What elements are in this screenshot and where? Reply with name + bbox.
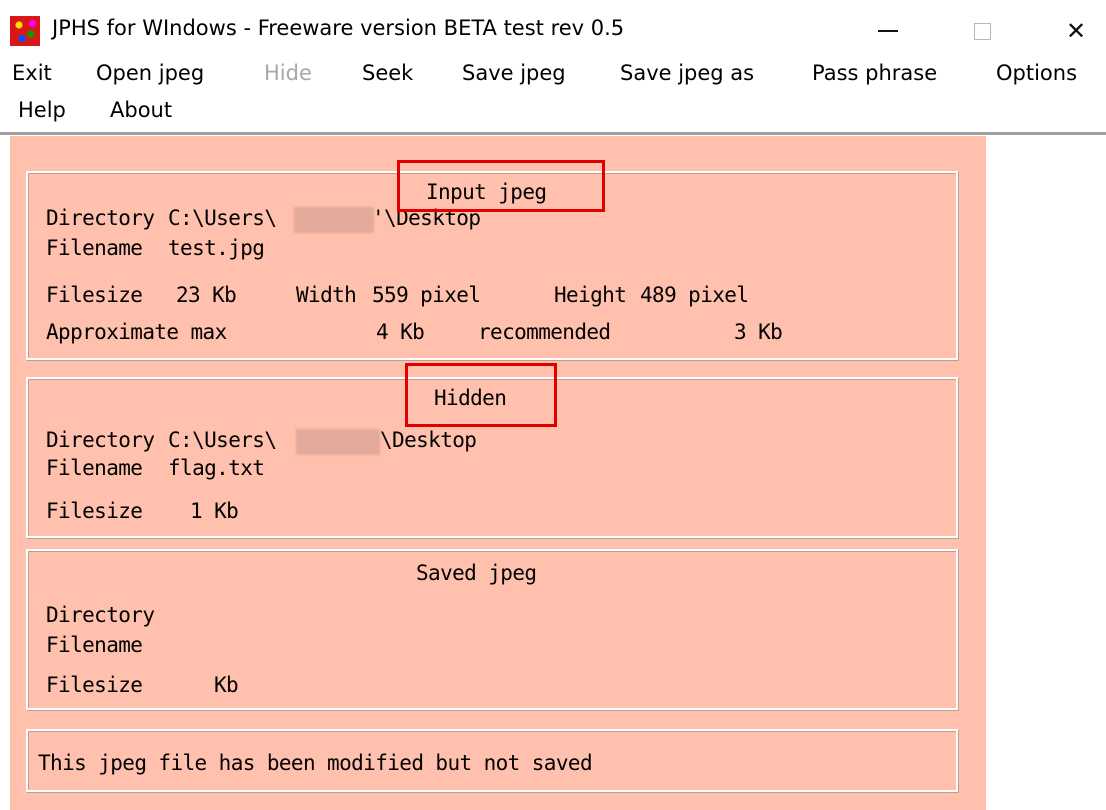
menu-seek[interactable]: Seek: [362, 61, 413, 85]
menu-exit[interactable]: Exit: [12, 61, 52, 85]
maximize-button[interactable]: [952, 8, 1012, 54]
menu-about[interactable]: About: [110, 98, 172, 122]
approx-max-value: 4 Kb: [376, 320, 425, 344]
menu-hide[interactable]: Hide: [264, 61, 312, 85]
hidden-directory-prefix: C:\Users\: [168, 428, 277, 452]
annotation-box-input-jpeg: [397, 160, 605, 212]
menu-help[interactable]: Help: [18, 98, 66, 122]
title-bar[interactable]: JPHS for WIndows - Freeware version BETA…: [0, 0, 1106, 60]
saved-filesize-value: Kb: [214, 673, 239, 697]
hidden-directory-suffix: \Desktop: [380, 428, 477, 452]
input-height-label: Height: [554, 283, 627, 307]
annotation-box-hidden: [405, 363, 557, 427]
menu-pass-phrase[interactable]: Pass phrase: [812, 61, 937, 85]
menu-bar: Exit Open jpeg Hide Seek Save jpeg Save …: [0, 58, 1106, 134]
redacted-username: [296, 429, 380, 455]
close-icon: ✕: [1065, 17, 1087, 45]
input-filesize-value: 23 Kb: [176, 283, 237, 307]
input-filename-label: Filename: [46, 236, 143, 260]
menu-save-jpeg-as[interactable]: Save jpeg as: [620, 61, 754, 85]
saved-jpeg-heading: Saved jpeg: [416, 561, 537, 585]
approx-max-label: Approximate max: [46, 320, 227, 344]
close-button[interactable]: ✕: [1046, 8, 1106, 54]
input-filename-value: test.jpg: [168, 236, 265, 260]
input-width-label: Width: [296, 283, 357, 307]
minimize-icon: [878, 30, 898, 32]
jphs-app-icon[interactable]: [10, 16, 40, 46]
hidden-filename-value: flag.txt: [168, 456, 265, 480]
hidden-filesize-label: Filesize: [46, 499, 143, 523]
menu-open-jpeg[interactable]: Open jpeg: [96, 61, 204, 85]
recommended-label: recommended: [478, 320, 611, 344]
hidden-filesize-value: 1 Kb: [190, 499, 239, 523]
maximize-icon: [973, 22, 991, 40]
saved-directory-label: Directory: [46, 603, 155, 627]
saved-filesize-label: Filesize: [46, 673, 143, 697]
redacted-username: [294, 207, 374, 233]
menu-divider: [0, 132, 1106, 135]
hidden-filename-label: Filename: [46, 456, 143, 480]
menu-options[interactable]: Options: [996, 61, 1077, 85]
saved-filename-label: Filename: [46, 633, 143, 657]
minimize-button[interactable]: [858, 8, 918, 54]
menu-save-jpeg[interactable]: Save jpeg: [462, 61, 566, 85]
input-filesize-label: Filesize: [46, 283, 143, 307]
status-message: This jpeg file has been modified but not…: [38, 751, 593, 775]
window-title: JPHS for WIndows - Freeware version BETA…: [52, 16, 625, 40]
input-directory-prefix: C:\Users\: [168, 206, 277, 230]
input-directory-label: Directory: [46, 206, 155, 230]
hidden-directory-label: Directory: [46, 428, 155, 452]
input-height-value: 489 pixel: [640, 283, 749, 307]
input-width-value: 559 pixel: [372, 283, 481, 307]
recommended-value: 3 Kb: [734, 320, 783, 344]
